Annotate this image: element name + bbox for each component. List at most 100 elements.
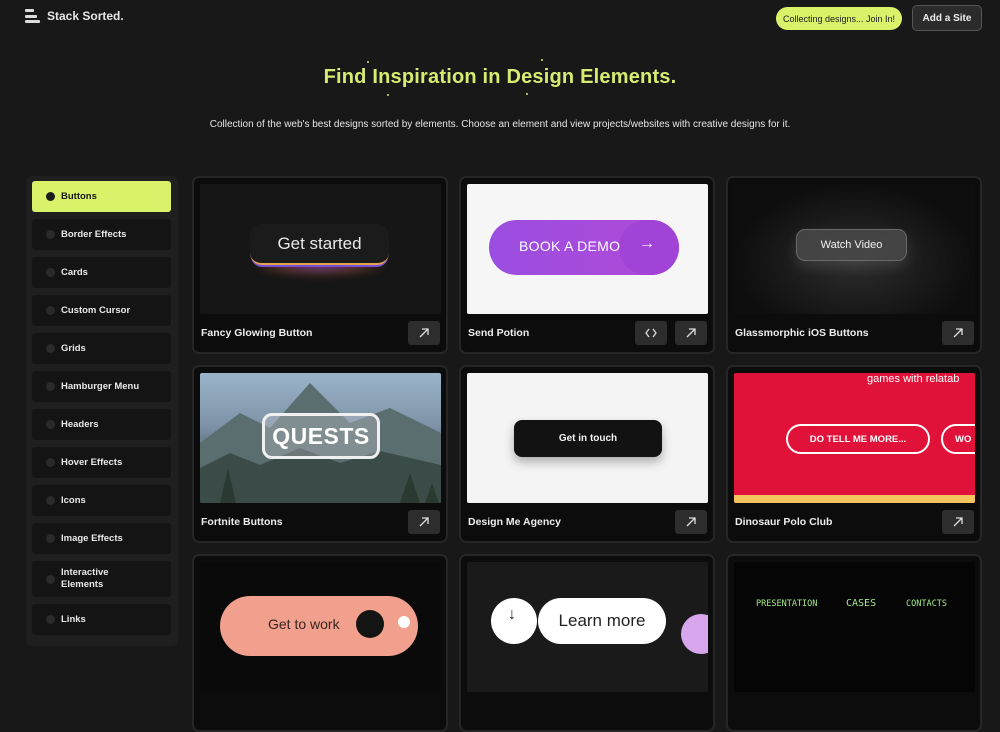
preview-nav-contacts: CONTACTS: [906, 599, 947, 609]
decor-dot: [541, 59, 543, 61]
preview-label: Get to work: [268, 616, 340, 632]
preview-get-to-work: Get to work: [220, 596, 418, 656]
arrow-down-icon: ↓: [491, 598, 537, 644]
bullet-icon: [46, 306, 55, 315]
bullet-icon: [46, 420, 55, 429]
bullet-icon: [46, 344, 55, 353]
sidebar-item-label: Icons: [61, 495, 86, 506]
card-preview: games with relatab DO TELL ME MORE... WO: [734, 373, 975, 503]
arrow-up-right-icon: [953, 517, 963, 527]
open-link-button[interactable]: [942, 321, 974, 345]
sidebar-item-border-effects[interactable]: Border Effects: [32, 219, 171, 250]
sidebar-item-label: Hover Effects: [61, 457, 123, 468]
bullet-icon: [46, 534, 55, 543]
arrow-up-right-icon: [686, 517, 696, 527]
open-link-button[interactable]: [408, 321, 440, 345]
preview-watch-video: Watch Video: [796, 229, 907, 261]
sidebar-item-hover-effects[interactable]: Hover Effects: [32, 447, 171, 478]
arrow-right-icon: →: [639, 235, 655, 252]
sidebar-item-cards[interactable]: Cards: [32, 257, 171, 288]
collecting-designs-pill[interactable]: Collecting designs... Join In!: [776, 7, 903, 30]
design-card[interactable]: PRESENTATION CASES CONTACTS: [726, 554, 982, 732]
open-link-button[interactable]: [675, 321, 707, 345]
bullet-icon: [46, 496, 55, 505]
decor-dot: [387, 94, 389, 96]
bullet-icon: [46, 268, 55, 277]
decor-dot: [526, 93, 528, 95]
code-brackets-icon: [645, 328, 657, 338]
card-title: Fortnite Buttons: [201, 516, 283, 528]
card-preview: PRESENTATION CASES CONTACTS: [734, 562, 975, 692]
design-card[interactable]: Get to work: [192, 554, 448, 732]
open-link-button[interactable]: [675, 510, 707, 534]
design-card[interactable]: Get in touch Design Me Agency: [459, 365, 715, 543]
sidebar-item-icons[interactable]: Icons: [32, 485, 171, 516]
open-link-button[interactable]: [942, 510, 974, 534]
page-subtitle: Collection of the web's best designs sor…: [209, 119, 791, 130]
brand-logo[interactable]: Stack Sorted.: [25, 9, 124, 23]
preview-label: BOOK A DEMO: [519, 238, 621, 254]
sidebar-item-label: Cards: [61, 267, 88, 278]
yellow-strip: [734, 495, 975, 503]
sidebar-item-label: Grids: [61, 343, 86, 354]
card-title: Design Me Agency: [468, 516, 561, 528]
sidebar-item-buttons[interactable]: Buttons: [32, 181, 171, 212]
card-title: Fancy Glowing Button: [201, 327, 313, 339]
design-card[interactable]: Watch Video Glassmorphic iOS Buttons: [726, 176, 982, 354]
sidebar-item-interactive-elements[interactable]: Interactive Elements: [32, 561, 171, 597]
open-link-button[interactable]: [408, 510, 440, 534]
preview-quests: QUESTS: [262, 413, 380, 459]
arrow-up-right-icon: [356, 610, 384, 638]
bullet-icon: [46, 458, 55, 467]
stack-icon: [25, 9, 40, 23]
card-preview: Watch Video: [734, 184, 975, 314]
preview-tagline: games with relatab: [867, 373, 960, 385]
card-preview: ↓ Learn more: [467, 562, 708, 692]
arrow-up-right-icon: [419, 328, 429, 338]
bullet-icon: [46, 230, 55, 239]
bullet-icon: [46, 382, 55, 391]
sidebar-item-image-effects[interactable]: Image Effects: [32, 523, 171, 554]
design-card[interactable]: BOOK A DEMO → Send Potion: [459, 176, 715, 354]
brand-name: Stack Sorted.: [47, 9, 124, 23]
card-preview: Get to work: [200, 562, 441, 692]
preview-book-demo: BOOK A DEMO →: [489, 220, 679, 275]
preview-nav-cases: CASES: [846, 598, 877, 609]
add-site-button[interactable]: Add a Site: [912, 5, 982, 31]
sidebar-item-grids[interactable]: Grids: [32, 333, 171, 364]
sidebar-item-label: Buttons: [61, 191, 97, 202]
decor-dot: [398, 616, 410, 628]
sidebar-item-label: Border Effects: [61, 229, 127, 240]
design-card[interactable]: games with relatab DO TELL ME MORE... WO…: [726, 365, 982, 543]
sidebar-item-hamburger-menu[interactable]: Hamburger Menu: [32, 371, 171, 402]
decor-dot: [367, 61, 369, 63]
card-preview: BOOK A DEMO →: [467, 184, 708, 314]
sidebar-item-label: Interactive Elements: [61, 567, 109, 590]
sidebar-item-label: Headers: [61, 419, 99, 430]
card-title: Send Potion: [468, 327, 530, 339]
preview-do-tell-me-more: DO TELL ME MORE...: [786, 424, 930, 454]
arrow-up-right-icon: [686, 328, 696, 338]
card-preview: Get in touch: [467, 373, 708, 503]
card-preview: Get started: [200, 184, 441, 314]
category-sidebar: Buttons Border Effects Cards Custom Curs…: [26, 176, 178, 646]
design-card[interactable]: ↓ Learn more: [459, 554, 715, 732]
sidebar-item-label: Image Effects: [61, 533, 123, 544]
bullet-icon: [46, 615, 55, 624]
arrow-up-right-icon: [419, 517, 429, 527]
preview-nav-presentation: PRESENTATION: [756, 599, 818, 609]
preview-second-button: WO: [941, 424, 975, 454]
design-card[interactable]: QUESTS Fortnite Buttons: [192, 365, 448, 543]
bullet-icon: [46, 192, 55, 201]
design-card[interactable]: Get started Fancy Glowing Button: [192, 176, 448, 354]
preview-get-in-touch: Get in touch: [514, 420, 662, 457]
preview-get-started: Get started: [250, 224, 389, 265]
sidebar-item-custom-cursor[interactable]: Custom Cursor: [32, 295, 171, 326]
sidebar-item-links[interactable]: Links: [32, 604, 171, 635]
view-code-button[interactable]: [635, 321, 667, 345]
preview-learn-more: Learn more: [538, 598, 666, 644]
page-title: Find Inspiration in Design Elements.: [323, 66, 677, 88]
arrow-up-right-icon: [953, 328, 963, 338]
sidebar-item-headers[interactable]: Headers: [32, 409, 171, 440]
sidebar-item-label: Hamburger Menu: [61, 381, 140, 392]
